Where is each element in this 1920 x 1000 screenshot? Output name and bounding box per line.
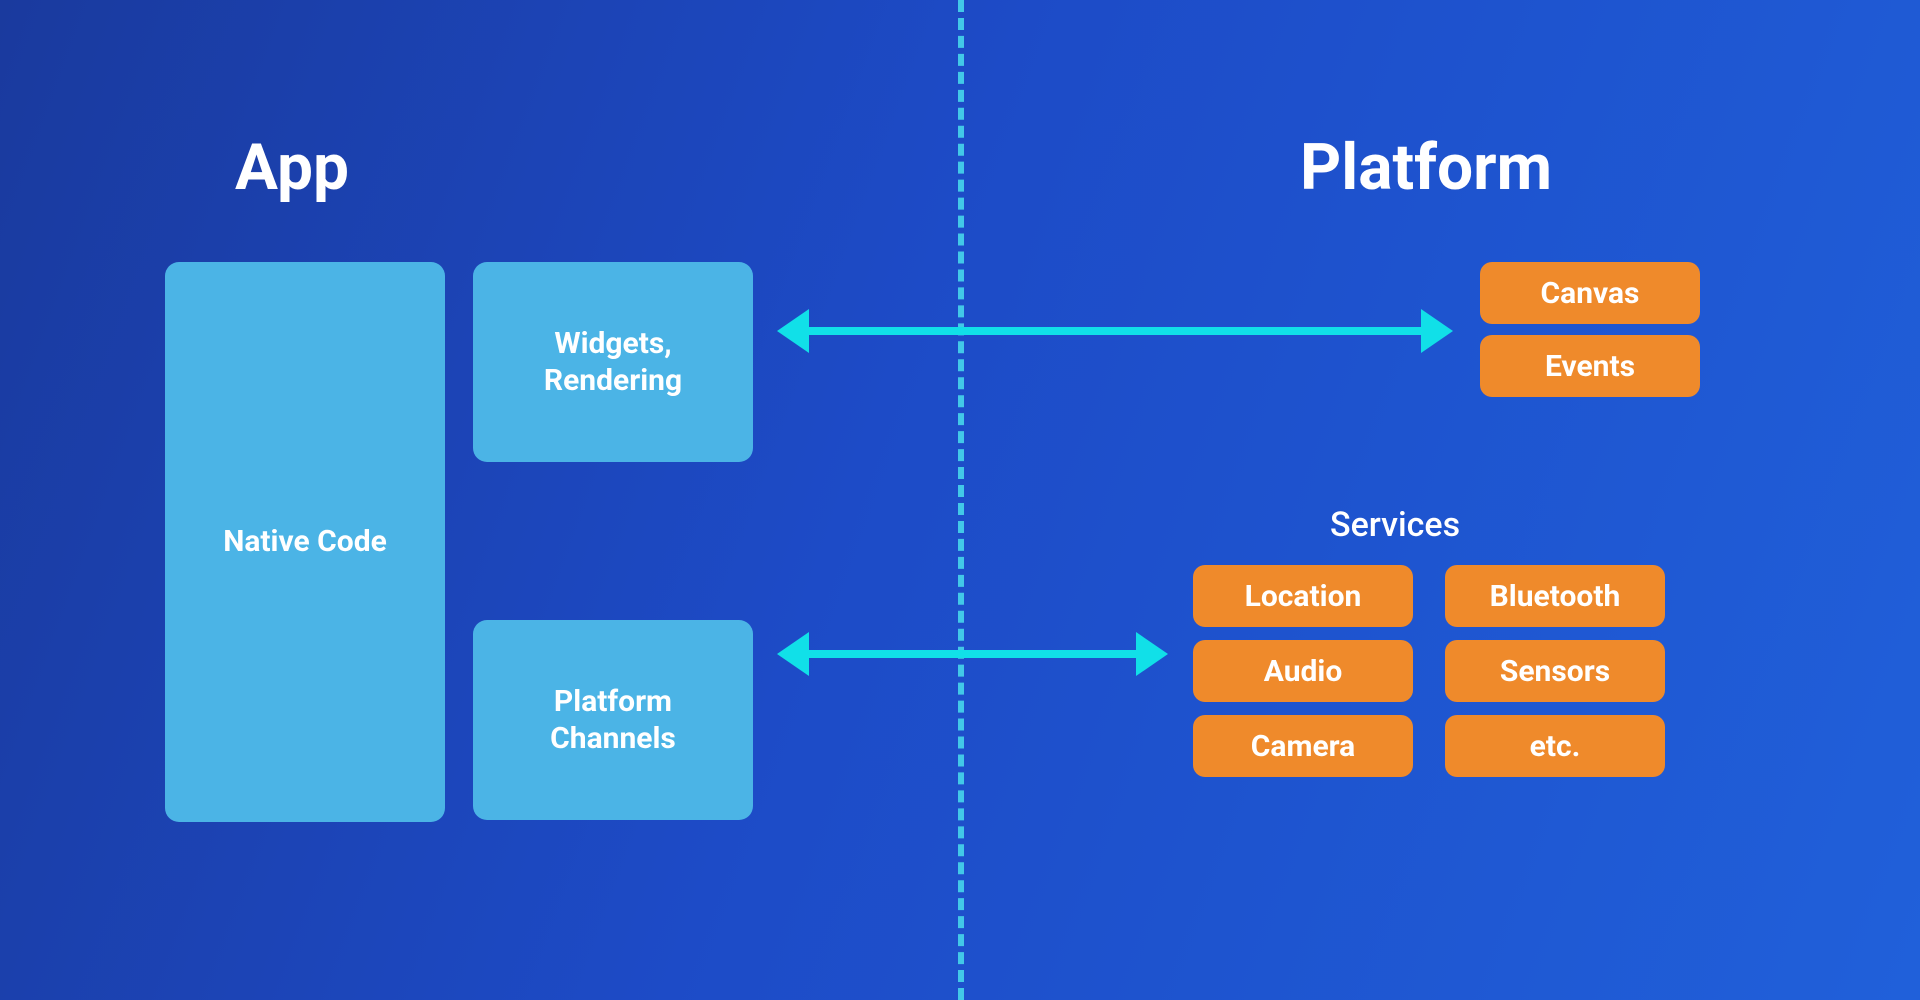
heading-app: App: [235, 130, 349, 205]
arrow-widgets-to-canvas: [805, 327, 1425, 335]
box-platform-channels: Platform Channels: [473, 620, 753, 820]
label-services: Services: [1330, 505, 1460, 545]
pill-location: Location: [1193, 565, 1413, 627]
arrow-channels-to-services: [805, 650, 1140, 658]
pill-bluetooth: Bluetooth: [1445, 565, 1665, 627]
pill-etc: etc.: [1445, 715, 1665, 777]
pill-sensors: Sensors: [1445, 640, 1665, 702]
divider-dashed: [958, 0, 964, 1000]
pill-events: Events: [1480, 335, 1700, 397]
box-native-code: Native Code: [165, 262, 445, 822]
pill-audio: Audio: [1193, 640, 1413, 702]
heading-platform: Platform: [1300, 130, 1552, 205]
pill-canvas: Canvas: [1480, 262, 1700, 324]
box-widgets-rendering: Widgets, Rendering: [473, 262, 753, 462]
pill-camera: Camera: [1193, 715, 1413, 777]
